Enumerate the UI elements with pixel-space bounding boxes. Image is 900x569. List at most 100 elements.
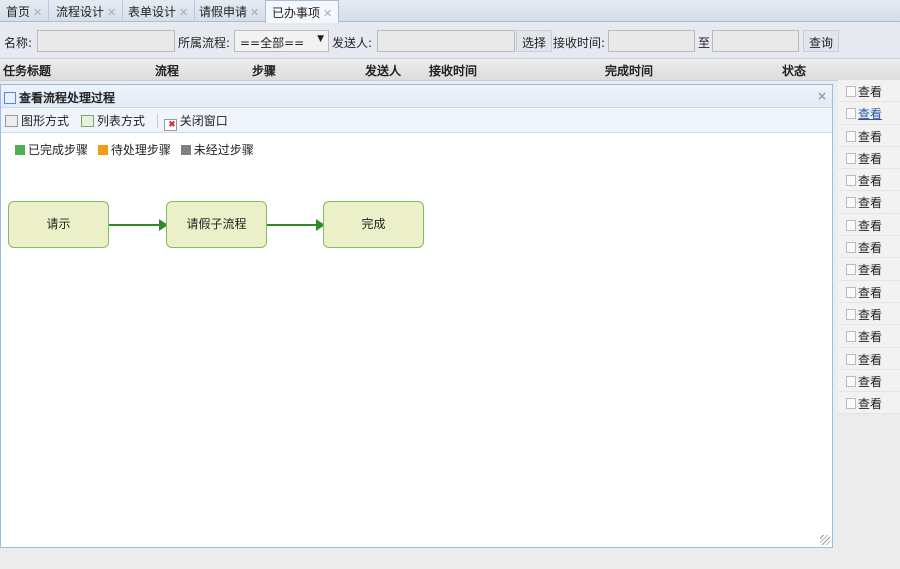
view-link[interactable]: 查看 [838,258,900,281]
table-header: 任务标题 流程 步骤 发送人 接收时间 完成时间 状态 [0,59,900,81]
legend-label: 已完成步骤 [28,143,89,157]
dialog-title: 查看流程处理过程 [19,91,116,105]
view-link[interactable]: 查看 [838,280,900,303]
list-view-label: 列表方式 [96,114,145,128]
tab-bar: 首页 ✕ 流程设计 ✕ 表单设计 ✕ 请假申请 ✕ 已办事项 ✕ [0,0,900,23]
close-icon[interactable]: ✕ [179,6,188,19]
tab-home[interactable]: 首页 ✕ [0,0,50,22]
tab-label: 首页 [6,5,31,19]
view-link[interactable]: 查看 [838,369,900,393]
view-label: 查看 [858,397,883,412]
view-label: 查看 [858,307,883,322]
close-icon[interactable]: ✕ [323,7,332,20]
receive-time-start-input[interactable] [608,30,695,52]
document-icon [846,308,856,320]
tab-flow-design[interactable]: 流程设计 ✕ [50,0,124,22]
resize-handle[interactable] [820,535,830,545]
tab-label: 已办事项 [272,6,321,20]
view-label: 查看 [858,285,883,300]
view-label: 查看 [858,218,883,233]
receive-time-label: 接收时间: [553,36,606,50]
divider [156,114,158,128]
graph-view-button[interactable]: 图形方式 [5,114,69,128]
close-window-icon: ✖ [163,119,177,131]
document-icon [846,286,856,298]
view-link[interactable]: 查看 [838,347,900,370]
document-icon [846,86,856,97]
column-header[interactable]: 步骤 [252,62,276,79]
view-link[interactable]: 查看 [838,169,900,192]
view-link[interactable]: 查看 [838,102,900,125]
document-icon [846,108,856,120]
receive-time-end-input[interactable] [712,30,799,52]
flow-node-leave-subflow[interactable]: 请假子流程 [166,201,267,248]
view-link[interactable]: 查看 [838,80,900,103]
view-link[interactable]: 查看 [838,213,900,237]
document-icon [846,197,856,209]
column-header[interactable]: 完成时间 [605,62,653,79]
view-label: 查看 [858,352,883,367]
column-header[interactable]: 任务标题 [3,62,51,79]
document-icon [846,264,856,276]
document-icon [846,242,856,254]
view-link[interactable]: 查看 [838,146,900,170]
legend-label: 未经过步骤 [193,143,254,157]
name-label: 名称: [4,36,33,50]
name-input[interactable] [37,30,175,52]
search-bar: 名称: 所属流程: ==全部== ▼ 发送人: 选择 接收时间: 至 查询 [0,23,900,59]
flow-node-request[interactable]: 请示 [8,201,109,248]
view-label: 查看 [858,196,883,211]
tab-done-items[interactable]: 已办事项 ✕ [265,0,340,23]
legend-not-passed: 未经过步骤 [180,143,254,157]
flow-arrow [109,219,168,231]
view-link[interactable]: 查看 [838,302,900,326]
close-window-label: 关闭窗口 [179,114,228,128]
flow-select[interactable]: ==全部== ▼ [234,30,329,52]
legend-pending: 待处理步骤 [97,143,171,157]
legend: 已完成步骤 待处理步骤 未经过步骤 [1,133,832,166]
tab-leave-request[interactable]: 请假申请 ✕ [193,0,267,22]
sender-input[interactable] [377,30,515,52]
to-label: 至 [698,36,711,50]
column-header[interactable]: 状态 [782,62,806,79]
document-icon [846,353,856,365]
view-link[interactable]: 查看 [838,124,900,147]
close-icon[interactable]: ✕ [33,6,42,19]
view-label: 查看 [858,129,883,144]
close-window-button[interactable]: ✖ 关闭窗口 [163,114,228,131]
flow-process-dialog: 查看流程处理过程 × 图形方式 列表方式 ✖ 关闭窗口 已完成步骤 待处理步骤 未经… [0,84,833,548]
column-header[interactable]: 发送人 [365,62,401,79]
view-link[interactable]: 查看 [838,191,900,214]
close-icon[interactable]: × [817,89,827,103]
list-view-button[interactable]: 列表方式 [80,114,145,128]
chevron-down-icon: ▼ [317,34,324,44]
flow-node-complete[interactable]: 完成 [323,201,424,248]
choose-button[interactable]: 选择 [516,30,553,52]
legend-swatch [180,145,191,155]
legend-completed: 已完成步骤 [15,143,88,157]
close-icon[interactable]: ✕ [107,6,116,19]
grid-icon [80,115,94,127]
document-icon [846,375,856,387]
view-link[interactable]: 查看 [838,325,900,348]
graph-view-label: 图形方式 [21,114,70,128]
tab-label: 请假申请 [199,5,248,19]
dialog-header: 查看流程处理过程 × [1,85,832,108]
tab-form-design[interactable]: 表单设计 ✕ [122,0,196,22]
column-header[interactable]: 流程 [155,62,179,79]
view-link[interactable]: 查看 [838,392,900,415]
chart-icon [5,115,18,127]
document-icon [846,398,856,410]
view-label: 查看 [858,174,883,189]
close-icon[interactable]: ✕ [250,6,259,19]
view-label: 查看 [858,241,883,256]
flow-arrow [267,219,325,231]
view-link[interactable]: 查看 [838,236,900,259]
document-icon [846,130,856,142]
column-header[interactable]: 接收时间 [429,62,477,79]
document-icon [846,175,856,187]
table-icon [4,92,16,104]
query-button[interactable]: 查询 [803,30,840,52]
legend-label: 待处理步骤 [110,143,171,157]
table-rows: 查看 查看 查看 查看 查看 查看 查看 查看 查看 查看 查看 查看 查看 查看 查看 [838,80,900,415]
